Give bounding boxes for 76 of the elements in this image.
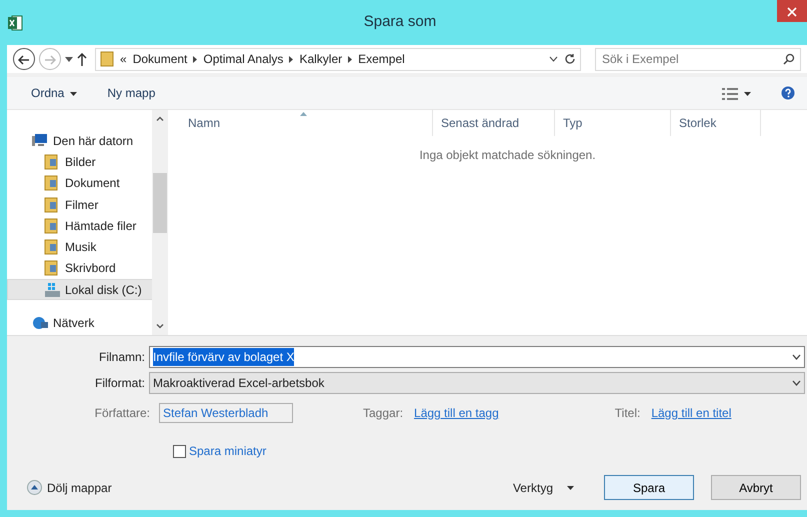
sidebar-item[interactable]: Nätverk	[7, 312, 152, 334]
field-label: Filformat:	[94, 375, 146, 392]
chevron-icon	[193, 56, 198, 62]
right-arrow-icon	[44, 54, 56, 66]
caret-icon	[70, 92, 78, 96]
drive-icon	[44, 282, 60, 298]
network-icon	[32, 315, 48, 332]
field-label: Titel:	[614, 405, 640, 422]
author-field[interactable]: Stefan Westerbladh	[159, 403, 293, 423]
breadcrumb[interactable]: Dokument	[132, 50, 188, 68]
chevron-icon	[348, 56, 352, 62]
field-label: Filnamn:	[98, 349, 146, 366]
folder-icon	[44, 154, 60, 170]
scroll-up-icon	[156, 116, 164, 121]
dropdown-chevron-icon	[792, 354, 801, 360]
sidebar-item[interactable]: Filmer	[7, 194, 152, 216]
breadcrumb[interactable]: Exempel	[358, 50, 405, 68]
field-label: Författare:	[94, 405, 151, 422]
sidebar-item[interactable]: Bilder	[7, 151, 152, 173]
new-folder-button[interactable]: Ny mapp	[107, 84, 156, 102]
add-tag-link[interactable]: Lägg till en tagg	[414, 404, 499, 422]
refresh-icon	[564, 53, 576, 65]
column-header[interactable]: Typ	[555, 110, 671, 136]
folder-icon	[44, 260, 60, 276]
sidebar-item[interactable]: Musik	[7, 236, 152, 258]
folder-icon	[44, 218, 60, 234]
dropdown-chevron-icon	[792, 380, 801, 386]
folder-icon	[44, 239, 60, 256]
collapse-icon	[27, 480, 42, 495]
field-label: Taggar:	[363, 405, 404, 422]
folder-icon	[44, 175, 60, 192]
add-title-link[interactable]: Lägg till en titel	[651, 404, 732, 422]
thumbnail-checkbox[interactable]	[173, 444, 186, 458]
empty-message: Inga objekt matchade sökningen.	[418, 147, 597, 164]
column-header[interactable]: Storlek	[671, 110, 761, 136]
list-view-icon	[722, 88, 738, 100]
dropdown-caret-icon	[65, 56, 73, 62]
caret-icon	[567, 486, 574, 490]
left-arrow-icon	[18, 54, 30, 66]
breadcrumb[interactable]: Kalkyler	[299, 50, 342, 68]
column-header[interactable]: Senast ändrad	[433, 110, 555, 136]
file-name-field[interactable]: Invfile förvärv av bolaget X	[149, 346, 805, 368]
sidebar-item[interactable]: Den här datorn	[7, 130, 152, 152]
back-button[interactable]	[13, 48, 35, 70]
organize-menu-button[interactable]: Ordna	[31, 84, 78, 102]
scroll-thumb[interactable]	[153, 172, 167, 232]
window-title: Spara som	[362, 12, 438, 32]
cancel-button[interactable]: Avbryt	[711, 475, 801, 500]
up-arrow-icon	[77, 52, 87, 66]
chevron-icon	[289, 56, 294, 62]
save-button[interactable]: Spara	[604, 475, 694, 500]
sidebar-item[interactable]: Lokal disk (C:)	[7, 279, 152, 300]
tools-menu-button[interactable]: Verktyg	[512, 478, 574, 496]
hide-folders-button[interactable]: Dölj mappar	[27, 478, 112, 496]
breadcrumb[interactable]: Optimal Analys	[203, 50, 284, 68]
sidebar-item[interactable]: Skrivbord	[7, 258, 152, 280]
dropdown-chevron-icon	[549, 56, 558, 62]
help-icon	[781, 86, 795, 100]
sidebar-item[interactable]: Hämtade filer	[7, 215, 152, 236]
checkbox-label[interactable]: Spara miniatyr	[189, 442, 266, 460]
sidebar-item[interactable]: Dokument	[7, 172, 152, 194]
scrollbar[interactable]	[152, 110, 168, 335]
close-icon	[787, 7, 797, 18]
caret-icon	[744, 92, 751, 96]
close-button[interactable]	[777, 0, 807, 22]
sort-arrow-icon	[300, 112, 307, 116]
spreadsheet-app-icon	[7, 14, 23, 30]
folder-icon	[100, 51, 114, 67]
breadcrumb[interactable]: «	[120, 50, 127, 68]
column-header[interactable]: Namn	[168, 110, 433, 136]
search-field[interactable]: Sök i Exempel	[595, 48, 801, 70]
address-bar[interactable]: « Dokument Optimal Analys Kalkyler Exempel	[95, 48, 581, 70]
scroll-down-icon	[156, 324, 164, 329]
folder-icon	[44, 196, 60, 213]
file-format-dropdown[interactable]: Makroaktiverad Excel-arbetsbok	[149, 372, 805, 394]
computer-icon	[32, 132, 48, 149]
